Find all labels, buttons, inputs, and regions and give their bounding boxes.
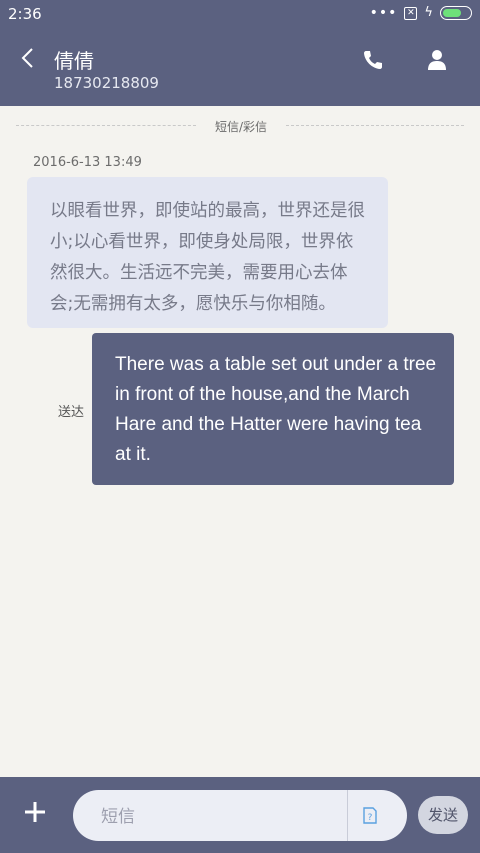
status-time: 2:36: [8, 5, 42, 23]
status-bar: 2:36 ••• ✕ ϟ: [0, 0, 480, 28]
compose-field: ?: [73, 790, 407, 841]
no-sim-icon: ✕: [404, 6, 418, 20]
divider-label: 短信/彩信: [214, 120, 268, 134]
battery-icon: [440, 6, 472, 20]
message-type-divider: 短信/彩信: [0, 116, 480, 136]
sim-select-icon[interactable]: ?: [363, 807, 377, 824]
back-arrow-icon[interactable]: [18, 46, 38, 70]
contact-number: 18730218809: [54, 74, 159, 92]
status-icons: ••• ✕ ϟ: [370, 6, 472, 20]
battery-level: [443, 9, 461, 17]
sim-select-label: ?: [368, 813, 373, 823]
message-timestamp: 2016-6-13 13:49: [33, 155, 142, 170]
message-input[interactable]: [99, 803, 343, 831]
field-divider: [347, 790, 348, 841]
phone-icon[interactable]: [361, 48, 385, 72]
charging-icon: ϟ: [424, 5, 433, 20]
divider-line: [286, 125, 464, 126]
add-attachment-icon[interactable]: [24, 801, 46, 823]
divider-line: [16, 125, 196, 126]
incoming-message-bubble[interactable]: 以眼看世界，即使站的最高，世界还是很小;以心看世界，即使身处局限，世界依然很大。…: [27, 177, 388, 328]
outgoing-message-bubble[interactable]: There was a table set out under a tree i…: [92, 333, 454, 485]
composer-bar: ? 发送: [0, 777, 480, 853]
conversation-header: 倩倩 18730218809: [0, 28, 480, 106]
notification-dots-icon: •••: [369, 5, 398, 21]
send-button[interactable]: 发送: [418, 796, 468, 834]
delivery-status: 送达: [58, 405, 85, 420]
contact-profile-icon[interactable]: [426, 48, 448, 72]
contact-name: 倩倩: [54, 49, 94, 73]
